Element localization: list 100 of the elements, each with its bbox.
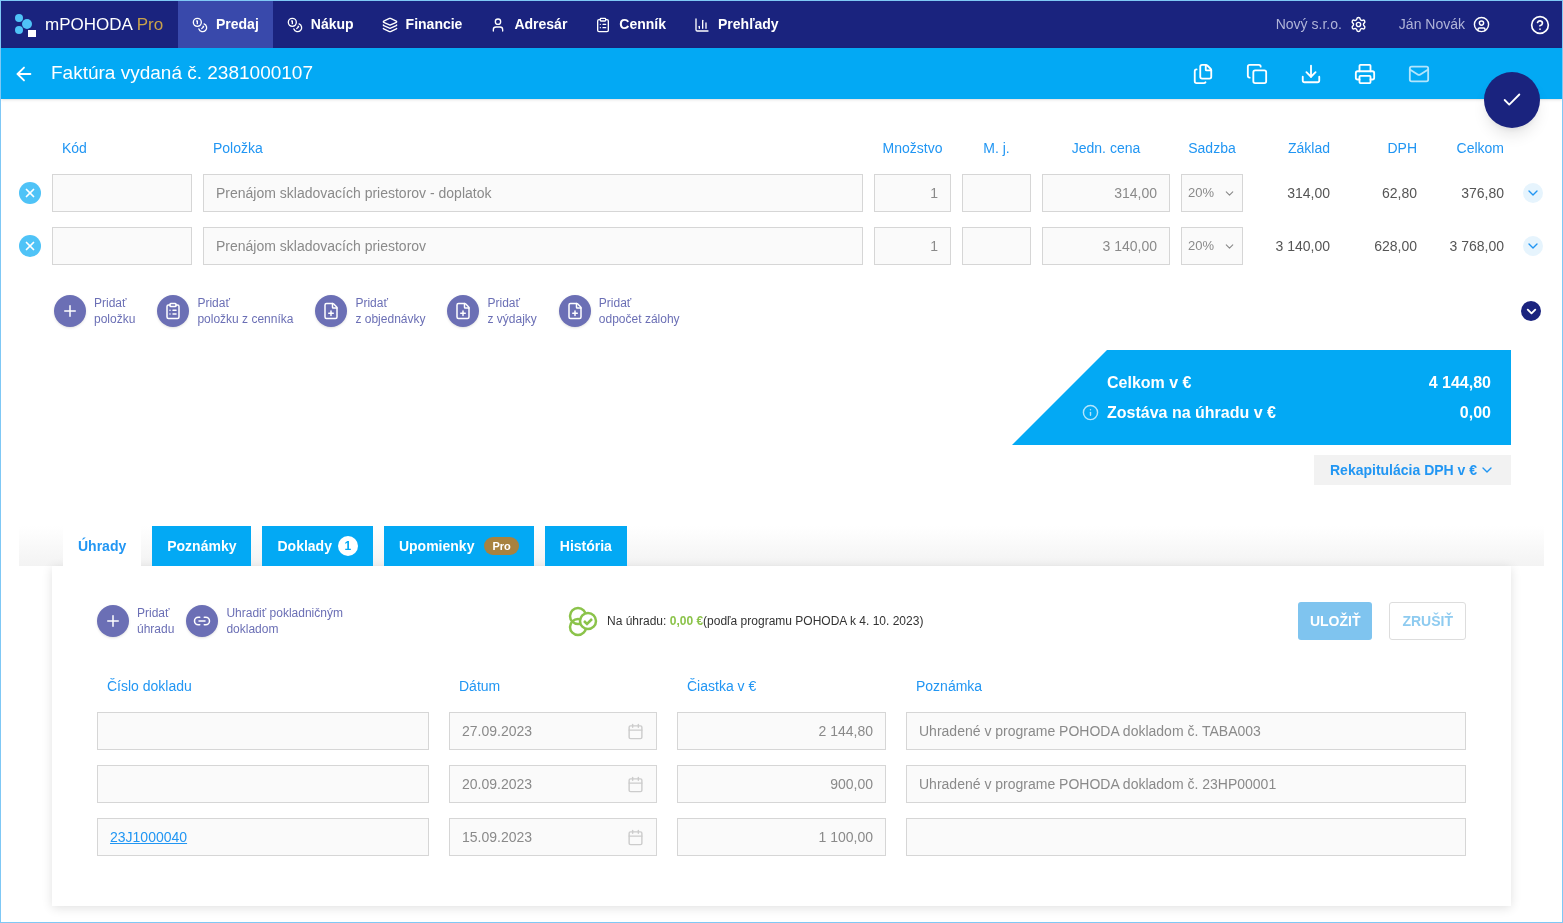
total-amount: 3 768,00 bbox=[1448, 236, 1504, 256]
info-icon[interactable] bbox=[1082, 404, 1099, 421]
expand-row-icon[interactable] bbox=[1523, 236, 1543, 256]
amount-field[interactable]: 900,00 bbox=[677, 765, 886, 803]
page-title: Faktúra vydaná č. 2381000107 bbox=[51, 61, 313, 86]
tab[interactable]: História bbox=[544, 526, 627, 566]
column-header: Celkom bbox=[1455, 139, 1504, 158]
unit-price-field[interactable]: 314,00 bbox=[1042, 174, 1170, 212]
document-link[interactable]: 23J1000040 bbox=[110, 826, 188, 848]
column-header: Položka bbox=[212, 139, 264, 158]
column-header: M. j. bbox=[982, 139, 1011, 158]
vat-rate-select[interactable]: 20% bbox=[1181, 227, 1243, 265]
total-label: Zostáva na úhradu v € bbox=[1107, 402, 1276, 423]
download-icon[interactable] bbox=[1300, 62, 1322, 85]
column-header: Sadzba bbox=[1187, 139, 1237, 158]
column-header: Poznámka bbox=[915, 677, 984, 696]
nav-tab[interactable]: Predaj bbox=[178, 1, 273, 48]
tab[interactable]: Upomienky Pro bbox=[383, 526, 534, 566]
expand-icon[interactable] bbox=[1521, 301, 1541, 321]
remove-icon[interactable] bbox=[19, 235, 41, 257]
total-amount: 376,80 bbox=[1460, 183, 1504, 203]
action-link[interactable]: Pridať úhradu bbox=[137, 605, 175, 637]
remove-icon[interactable] bbox=[19, 182, 41, 204]
note-field[interactable]: Uhradené v programe POHODA dokladom č. 23HP00001 bbox=[906, 765, 1466, 803]
vat-amount: 62,80 bbox=[1380, 183, 1417, 203]
unit-field[interactable] bbox=[962, 174, 1031, 212]
action-link[interactable]: Pridať z objednávky bbox=[355, 295, 426, 327]
action-link[interactable]: Pridať položku bbox=[94, 295, 136, 327]
document-plus-icon[interactable] bbox=[315, 295, 348, 327]
column-header: Jedn. cena bbox=[1070, 139, 1142, 158]
base-amount: 3 140,00 bbox=[1274, 236, 1330, 256]
tab[interactable]: Doklady 1 bbox=[262, 526, 373, 566]
settings-icon[interactable] bbox=[1349, 16, 1367, 33]
nav-tab[interactable]: Cenník bbox=[581, 1, 680, 48]
item-field[interactable]: Prenájom skladovacích priestorov bbox=[203, 227, 863, 265]
document-plus-icon[interactable] bbox=[447, 295, 480, 327]
document-number-field[interactable] bbox=[97, 712, 429, 750]
column-header: DPH bbox=[1386, 139, 1417, 158]
user-name[interactable]: Ján Novák bbox=[1398, 14, 1465, 35]
confirm-button[interactable] bbox=[1484, 72, 1540, 128]
nav-tab[interactable]: Adresár bbox=[476, 1, 582, 48]
action-link[interactable]: Uhradiť pokladničným dokladom bbox=[226, 605, 343, 637]
column-header: Základ bbox=[1286, 139, 1330, 158]
payment-status: Na úhradu: 0,00 €(podľa programu POHODA k 4. 10. 2023) bbox=[607, 613, 924, 630]
action-link[interactable]: Pridať odpočet zálohy bbox=[598, 295, 680, 327]
unit-field[interactable] bbox=[962, 227, 1031, 265]
calendar-icon bbox=[627, 828, 644, 846]
code-field[interactable] bbox=[52, 227, 192, 265]
clipboard-icon[interactable] bbox=[157, 295, 190, 327]
tab[interactable]: Poznámky bbox=[152, 526, 252, 566]
coins-icon bbox=[286, 16, 303, 33]
nav-tab[interactable]: Prehľady bbox=[680, 1, 793, 48]
check-rings-icon bbox=[567, 605, 599, 637]
app-logo: mPOHODA Pro bbox=[45, 13, 164, 36]
total-value: 0,00 bbox=[1459, 402, 1491, 423]
column-header: Množstvo bbox=[881, 139, 944, 158]
unit-price-field[interactable]: 3 140,00 bbox=[1042, 227, 1170, 265]
vat-amount: 628,00 bbox=[1373, 236, 1417, 256]
total-value: 4 144,80 bbox=[1428, 372, 1491, 393]
plus-icon[interactable] bbox=[54, 295, 86, 327]
logo-icon bbox=[13, 12, 37, 37]
document-number-field[interactable]: 23J1000040 bbox=[97, 818, 429, 856]
note-field[interactable]: Uhradené v programe POHODA dokladom č. TABA003 bbox=[906, 712, 1466, 750]
code-field[interactable] bbox=[52, 174, 192, 212]
calendar-icon bbox=[627, 775, 644, 793]
date-field[interactable]: 20.09.2023 bbox=[449, 765, 657, 803]
quantity-field[interactable]: 1 bbox=[874, 227, 951, 265]
column-header: Číslo dokladu bbox=[106, 677, 193, 696]
coins-icon bbox=[192, 16, 208, 33]
print-icon[interactable] bbox=[1354, 62, 1376, 85]
copy-icon[interactable] bbox=[1246, 62, 1268, 85]
action-link[interactable]: Pridať položku z cenníka bbox=[197, 295, 294, 327]
nav-tab[interactable]: Financie bbox=[367, 1, 477, 48]
vat-rate-select[interactable]: 20% bbox=[1181, 174, 1243, 212]
layers-icon bbox=[381, 16, 398, 33]
amount-field[interactable]: 2 144,80 bbox=[677, 712, 886, 750]
column-header: Kód bbox=[61, 139, 88, 158]
vat-recap-button[interactable]: Rekapitulácia DPH v € bbox=[1314, 455, 1511, 485]
date-field[interactable]: 15.09.2023 bbox=[449, 818, 657, 856]
document-plus-icon[interactable] bbox=[558, 295, 591, 327]
item-field[interactable]: Prenájom skladovacích priestorov - doplatok bbox=[203, 174, 863, 212]
total-label: Celkom v € bbox=[1107, 372, 1192, 393]
bar-chart-icon bbox=[694, 16, 710, 33]
document-number-field[interactable] bbox=[97, 765, 429, 803]
user-icon[interactable] bbox=[1473, 16, 1490, 33]
note-field[interactable] bbox=[906, 818, 1466, 856]
help-icon[interactable] bbox=[1530, 14, 1550, 35]
linked-rings-icon[interactable] bbox=[186, 605, 219, 637]
clipboard-icon bbox=[595, 16, 612, 33]
company-name[interactable]: Nový s.r.o. bbox=[1275, 14, 1342, 35]
expand-row-icon[interactable] bbox=[1523, 183, 1543, 203]
action-link[interactable]: Pridať z výdajky bbox=[487, 295, 537, 327]
column-header: Čiastka v € bbox=[686, 677, 758, 696]
amount-field[interactable]: 1 100,00 bbox=[677, 818, 886, 856]
pro-badge: Pro bbox=[484, 537, 519, 555]
documents-icon[interactable] bbox=[1192, 62, 1214, 85]
plus-icon[interactable] bbox=[97, 605, 129, 637]
nav-tab[interactable]: Nákup bbox=[272, 1, 368, 48]
date-field[interactable]: 27.09.2023 bbox=[449, 712, 657, 750]
quantity-field[interactable]: 1 bbox=[874, 174, 951, 212]
